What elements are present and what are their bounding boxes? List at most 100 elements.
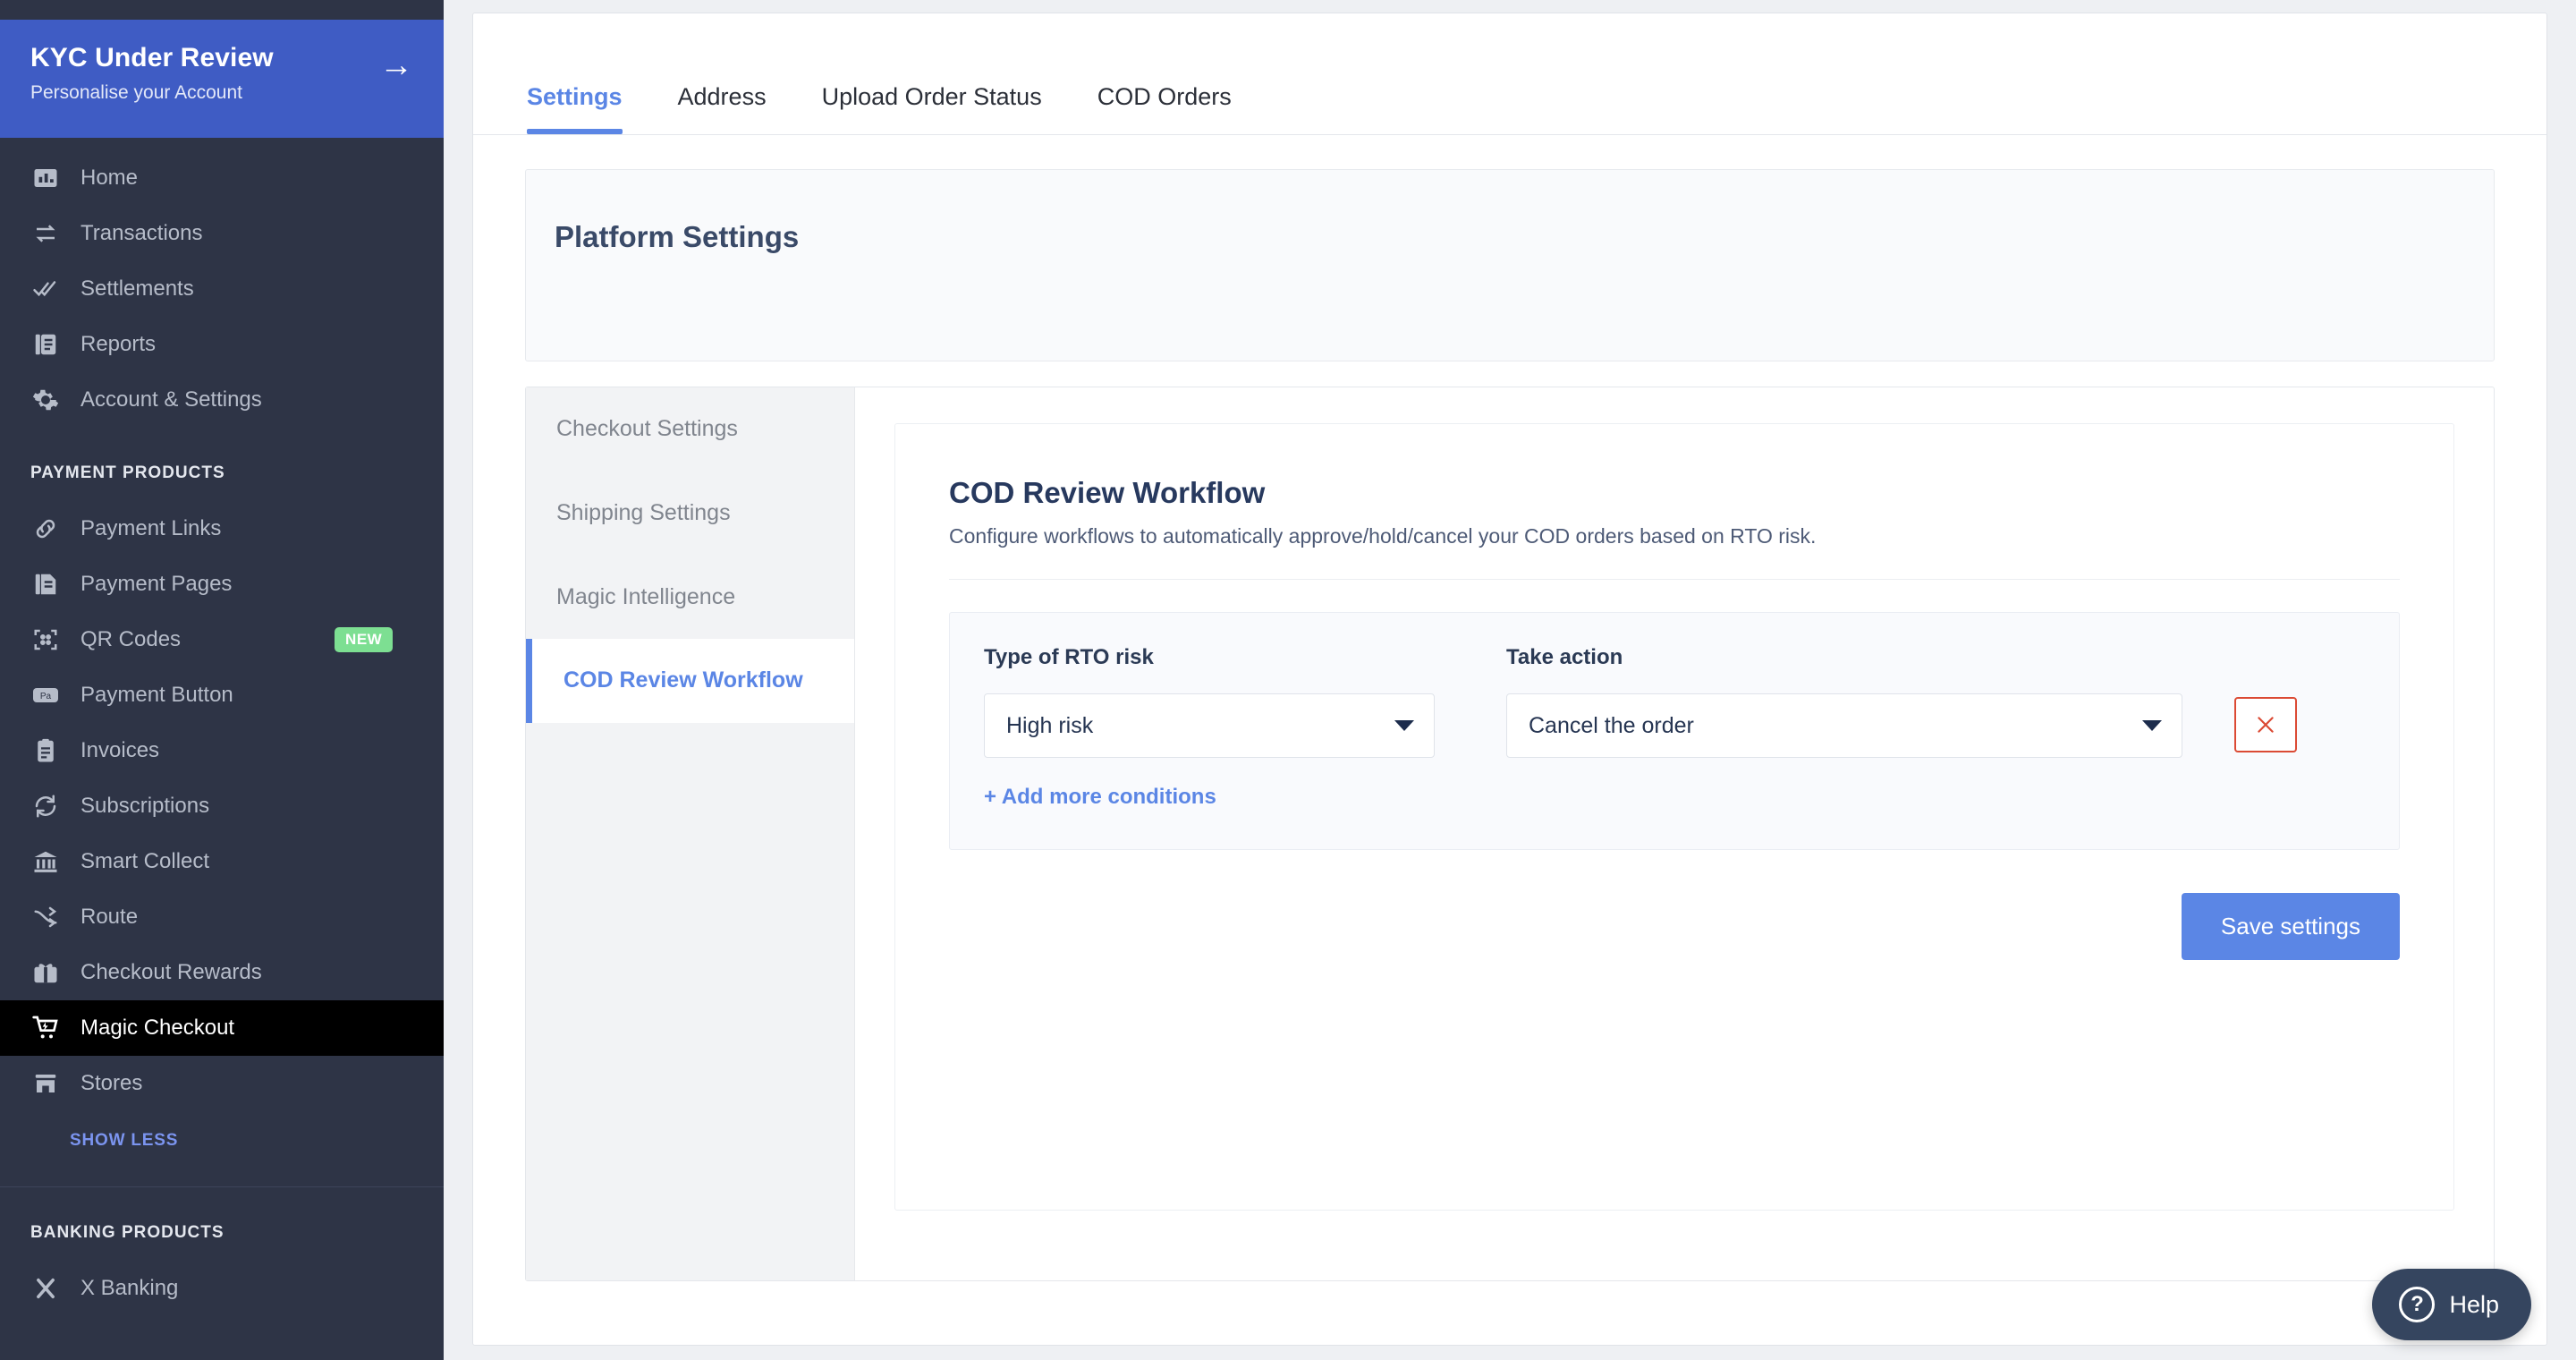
kyc-title: KYC Under Review [30,43,274,72]
sidebar-item-checkout-rewards[interactable]: Checkout Rewards [0,945,444,1000]
show-less-button[interactable]: SHOW LESS [0,1111,444,1181]
kyc-texts: KYC Under Review Personalise your Accoun… [30,43,274,104]
invoice-clipboard-icon [30,735,61,766]
payment-products-section-title: PAYMENT PRODUCTS [30,463,225,482]
question-mark-icon: ? [2399,1287,2436,1322]
sidebar-item-label: Transactions [80,221,203,245]
help-button[interactable]: ? Help [2372,1269,2531,1340]
double-check-icon [30,274,61,304]
sidebar-item-label: Subscriptions [80,794,210,818]
workflow-description: Configure workflows to automatically app… [949,524,2400,580]
sidebar-item-account-settings[interactable]: Account & Settings [0,372,444,428]
payment-button-icon: Pa [30,680,61,710]
rule-box: Type of RTO risk High risk Take action C… [949,612,2400,850]
sidebar-item-qr-codes[interactable]: QR Codes NEW [0,612,444,667]
status-badge-new: NEW [335,627,394,652]
settings-subnav: Checkout Settings Shipping Settings Magi… [526,387,855,1280]
content-panel: Settings Address Upload Order Status COD… [472,13,2547,1346]
cart-bolt-icon [30,1013,61,1043]
sidebar: KYC Under Review Personalise your Accoun… [0,0,444,1360]
sidebar-item-stores[interactable]: Stores [0,1056,444,1111]
kyc-banner[interactable]: KYC Under Review Personalise your Accoun… [0,20,444,138]
sidebar-item-label: Payment Links [80,516,222,540]
sidebar-item-settlements[interactable]: Settlements [0,261,444,317]
add-more-conditions-link[interactable]: + Add more conditions [984,785,2365,810]
subnav-item-magic-intelligence[interactable]: Magic Intelligence [526,556,854,640]
sidebar-item-invoices[interactable]: Invoices [0,723,444,778]
rto-risk-field-group: Type of RTO risk High risk [984,645,1435,758]
save-row: Save settings [949,893,2400,960]
sidebar-item-label: Account & Settings [80,387,262,412]
banking-products-section-title: BANKING PRODUCTS [30,1223,225,1242]
sidebar-item-label: Checkout Rewards [80,960,262,984]
take-action-field-group: Take action Cancel the order [1506,645,2182,758]
sidebar-item-payment-button[interactable]: Pa Payment Button [0,667,444,723]
page-title: Platform Settings [555,220,800,253]
sidebar-item-magic-checkout[interactable]: Magic Checkout [0,1000,444,1056]
sidebar-item-label: X Banking [80,1276,179,1300]
sidebar-item-label: Route [80,905,139,929]
bar-chart-icon [30,163,61,193]
chevron-down-icon [1394,720,1414,731]
sidebar-item-payment-links[interactable]: Payment Links [0,501,444,557]
platform-settings-card: Platform Settings [525,169,2495,361]
main-content: Settings Address Upload Order Status COD… [444,0,2576,1360]
sidebar-item-payment-pages[interactable]: Payment Pages [0,557,444,612]
sidebar-item-label: Smart Collect [80,849,210,873]
primary-nav: Home Transactions Settlements Reports Ac… [0,138,444,428]
app-root: KYC Under Review Personalise your Accoun… [0,0,2576,1360]
subnav-item-cod-review-workflow[interactable]: COD Review Workflow [526,639,854,723]
transactions-swap-icon [30,218,61,249]
link-icon [30,514,61,544]
gift-icon [30,957,61,988]
help-label: Help [2449,1290,2499,1318]
tab-cod-orders[interactable]: COD Orders [1097,83,1232,134]
sidebar-item-label: Invoices [80,738,160,762]
x-banking-icon [30,1273,61,1304]
sidebar-item-home[interactable]: Home [0,150,444,206]
sidebar-item-transactions[interactable]: Transactions [0,206,444,261]
arrow-right-icon[interactable]: → [379,48,413,82]
save-settings-button[interactable]: Save settings [2181,893,2400,960]
page-icon [30,569,61,599]
sidebar-item-label: Stores [80,1071,143,1095]
reports-document-icon [30,329,61,360]
route-arrows-icon [30,902,61,932]
tab-bar: Settings Address Upload Order Status COD… [473,13,2546,135]
sidebar-item-reports[interactable]: Reports [0,317,444,372]
workflow-title: COD Review Workflow [949,476,1266,509]
subnav-item-checkout-settings[interactable]: Checkout Settings [526,387,854,472]
store-icon [30,1068,61,1099]
payment-products-nav: Payment Links Payment Pages QR Codes NEW… [0,501,444,1111]
sidebar-item-route[interactable]: Route [0,889,444,945]
sidebar-item-label: Payment Button [80,683,233,707]
tab-settings[interactable]: Settings [527,83,623,134]
sidebar-item-subscriptions[interactable]: Subscriptions [0,778,444,834]
subnav-item-shipping-settings[interactable]: Shipping Settings [526,472,854,556]
qr-code-icon [30,625,61,655]
tab-address[interactable]: Address [678,83,767,134]
sidebar-item-label: Magic Checkout [80,1016,235,1040]
sidebar-item-label: QR Codes [80,627,182,651]
kyc-subtitle: Personalise your Account [30,82,242,103]
refresh-cycle-icon [30,791,61,821]
workflow-area: COD Review Workflow Configure workflows … [855,387,2494,1280]
bank-icon [30,846,61,877]
gear-icon [30,385,61,415]
workflow-panel: COD Review Workflow Configure workflows … [894,423,2454,1211]
sidebar-item-smart-collect[interactable]: Smart Collect [0,834,444,889]
settings-card: Checkout Settings Shipping Settings Magi… [525,387,2495,1281]
rto-risk-label: Type of RTO risk [984,645,1154,669]
tab-upload-order-status[interactable]: Upload Order Status [822,83,1042,134]
delete-condition-button[interactable] [2234,697,2297,752]
rto-risk-select[interactable]: High risk [984,693,1435,758]
take-action-select[interactable]: Cancel the order [1506,693,2182,758]
svg-text:Pa: Pa [40,692,52,701]
sidebar-item-label: Reports [80,332,157,356]
chevron-down-icon [2142,720,2162,731]
rto-risk-value: High risk [1006,712,1094,738]
sidebar-item-label: Home [80,166,139,190]
rule-row: Type of RTO risk High risk Take action C… [984,645,2365,758]
take-action-label: Take action [1506,645,1623,669]
sidebar-item-x-banking[interactable]: X Banking [0,1261,444,1316]
